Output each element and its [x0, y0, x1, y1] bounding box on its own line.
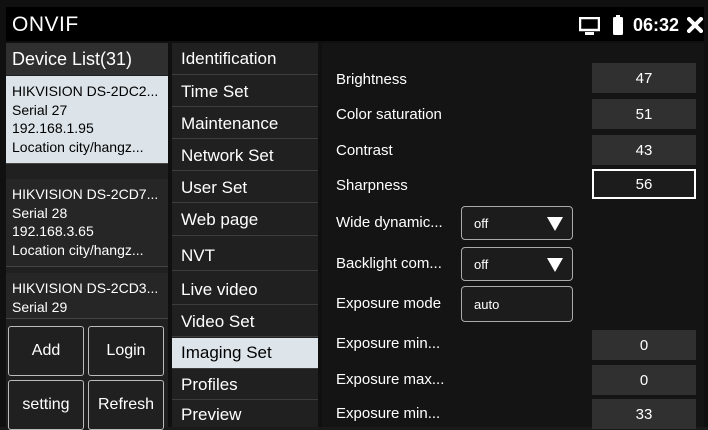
close-icon[interactable] — [687, 17, 703, 33]
wide-dynamic-value: off — [474, 215, 489, 231]
add-button[interactable]: Add — [8, 326, 84, 376]
setting-button[interactable]: setting — [8, 380, 84, 430]
menu-item-web-page[interactable]: Web page — [172, 205, 318, 236]
menu-item-maintenance[interactable]: Maintenance — [172, 109, 318, 139]
monitor-icon — [579, 17, 600, 35]
clock: 06:32 — [633, 15, 680, 35]
settings-menu: Identification Time Set Maintenance Netw… — [172, 43, 318, 427]
dropdown-arrow-icon — [547, 217, 563, 231]
exposure-mode-value: auto — [474, 296, 500, 312]
exposure-max-label: Exposure max... — [336, 371, 445, 388]
brightness-label: Brightness — [336, 71, 407, 88]
exposure-mode-label: Exposure mode — [336, 295, 442, 312]
device-name: HIKVISION DS-2CD3... — [12, 280, 159, 296]
menu-item-imaging-set[interactable]: Imaging Set — [172, 338, 318, 369]
exposure-mode-field[interactable]: auto — [461, 286, 573, 322]
exposure-min-2-field[interactable]: 33 — [592, 399, 696, 429]
device-card[interactable]: HIKVISION DS-2DC2... Serial 27 192.168.1… — [6, 76, 168, 164]
menu-item-live-video[interactable]: Live video — [172, 275, 318, 305]
app-title: ONVIF — [12, 13, 79, 36]
color-saturation-field[interactable]: 51 — [592, 99, 696, 129]
login-button[interactable]: Login — [88, 326, 164, 376]
exposure-min-label: Exposure min... — [336, 335, 441, 352]
refresh-button[interactable]: Refresh — [88, 380, 164, 430]
contrast-label: Contrast — [336, 142, 393, 159]
menu-item-profiles[interactable]: Profiles — [172, 370, 318, 400]
device-serial: Serial 28 — [12, 204, 68, 221]
backlight-label: Backlight com... — [336, 255, 442, 272]
device-card[interactable]: HIKVISION DS-2CD7... Serial 28 192.168.3… — [6, 179, 168, 267]
exposure-min-2-label: Exposure min... — [336, 405, 441, 422]
device-location: Location city/hangz... — [12, 241, 144, 258]
screen-frame: ONVIF 06:32 Device List(31) HIKVISION DS… — [0, 0, 708, 430]
menu-item-video-set[interactable]: Video Set — [172, 307, 318, 337]
exposure-min-field[interactable]: 0 — [592, 330, 696, 360]
menu-item-time-set[interactable]: Time Set — [172, 77, 318, 107]
sharpness-label: Sharpness — [336, 177, 408, 194]
exposure-max-field[interactable]: 0 — [592, 365, 696, 395]
device-name: HIKVISION DS-2CD7... — [12, 186, 159, 202]
menu-item-identification[interactable]: Identification — [172, 43, 318, 75]
sharpness-field[interactable]: 56 — [592, 169, 696, 199]
device-card[interactable]: HIKVISION DS-2CD3... Serial 29 — [6, 273, 168, 319]
menu-item-preview[interactable]: Preview — [172, 402, 318, 427]
title-bar: ONVIF 06:32 — [6, 7, 704, 41]
backlight-value: off — [474, 256, 489, 272]
device-location: Location city/hangz... — [12, 138, 144, 155]
brightness-field[interactable]: 47 — [592, 63, 696, 93]
wide-dynamic-select[interactable]: off — [461, 206, 573, 240]
device-serial: Serial 29 — [12, 298, 68, 315]
menu-item-user-set[interactable]: User Set — [172, 173, 318, 203]
imaging-settings-panel: Brightness 47 Color saturation 51 Contra… — [322, 43, 704, 429]
device-ip: 192.168.1.95 — [12, 120, 94, 136]
device-name: HIKVISION DS-2DC2... — [12, 83, 159, 99]
color-saturation-label: Color saturation — [336, 106, 442, 123]
menu-item-network-set[interactable]: Network Set — [172, 141, 318, 171]
wide-dynamic-label: Wide dynamic... — [336, 214, 443, 231]
backlight-select[interactable]: off — [461, 247, 573, 281]
battery-icon — [613, 15, 623, 35]
device-list-header: Device List(31) — [6, 43, 168, 75]
device-serial: Serial 27 — [12, 101, 68, 118]
dropdown-arrow-icon — [547, 258, 563, 272]
contrast-field[interactable]: 43 — [592, 135, 696, 165]
menu-item-nvt[interactable]: NVT — [172, 241, 318, 271]
device-ip: 192.168.3.65 — [12, 223, 94, 239]
device-list-panel: Device List(31) HIKVISION DS-2DC2... Ser… — [6, 43, 168, 430]
